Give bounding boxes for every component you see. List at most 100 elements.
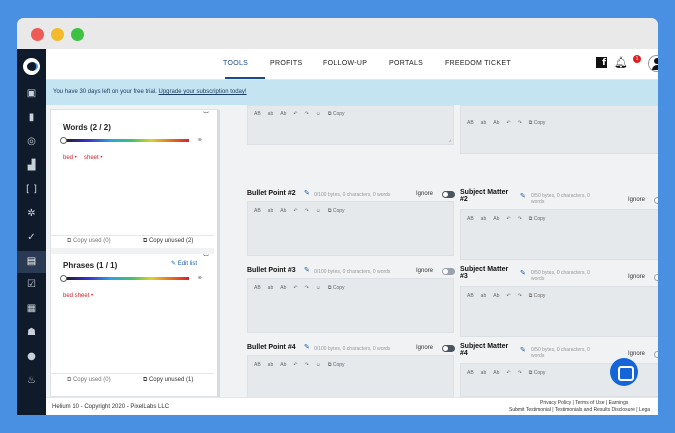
- phrases-copy-unused-button[interactable]: ⧉ Copy unused (1): [143, 377, 193, 384]
- ignore-toggle[interactable]: [654, 274, 658, 281]
- phrases-slider-handle[interactable]: [60, 275, 67, 282]
- link-icon[interactable]: ⚭: [197, 274, 203, 282]
- copy-button[interactable]: ⧉ Copy: [529, 216, 553, 222]
- uppercase-button[interactable]: AB: [467, 293, 474, 299]
- ignore-toggle[interactable]: [654, 197, 658, 204]
- titlecase-button[interactable]: Ab: [493, 120, 499, 126]
- keyword-bed[interactable]: bed •: [63, 155, 77, 161]
- uppercase-button[interactable]: AB: [254, 362, 261, 368]
- brackets-icon[interactable]: [ ]: [25, 183, 38, 196]
- emoji-icon[interactable]: ☺: [316, 362, 321, 368]
- chat-support-button[interactable]: [610, 358, 638, 386]
- helium10-logo-icon[interactable]: [23, 58, 40, 75]
- tab-follow-up[interactable]: FOLLOW-UP: [323, 60, 367, 67]
- genie-lamp-icon[interactable]: ♨: [25, 374, 38, 387]
- upgrade-link[interactable]: Upgrade your subscription today!: [159, 89, 247, 95]
- undo-icon[interactable]: ↶: [506, 370, 510, 376]
- listing-builder-icon[interactable]: ▤: [17, 251, 46, 273]
- undo-icon[interactable]: ↶: [293, 111, 297, 117]
- redo-icon[interactable]: ↷: [518, 216, 522, 222]
- copy-button[interactable]: ⧉ Copy: [529, 120, 553, 126]
- subject-matter-3-editor[interactable]: AB ab Ab ↶ ↷ ⧉ Copy: [460, 286, 658, 337]
- titlecase-button[interactable]: Ab: [280, 208, 286, 214]
- maximize-window-button[interactable]: [71, 28, 84, 41]
- analytics-icon[interactable]: ▮: [25, 111, 38, 124]
- tab-tools[interactable]: TOOLS: [223, 60, 248, 67]
- lowercase-button[interactable]: ab: [481, 370, 487, 376]
- collapse-icon[interactable]: ︶: [203, 253, 209, 262]
- redo-icon[interactable]: ↷: [518, 120, 522, 126]
- copy-button[interactable]: ⧉ Copy: [529, 293, 553, 299]
- tab-freedom-ticket[interactable]: FREEDOM TICKET: [445, 60, 511, 67]
- titlecase-button[interactable]: Ab: [280, 362, 286, 368]
- undo-icon[interactable]: ↶: [506, 216, 510, 222]
- redo-icon[interactable]: ↷: [305, 362, 309, 368]
- redo-icon[interactable]: ↷: [518, 370, 522, 376]
- check-circle-icon[interactable]: ✓: [25, 231, 38, 244]
- words-slider-track[interactable]: [63, 139, 189, 142]
- undo-icon[interactable]: ↶: [506, 120, 510, 126]
- bell-icon[interactable]: 🔔︎: [614, 56, 628, 69]
- tab-profits[interactable]: PROFITS: [270, 60, 302, 67]
- edit-icon[interactable]: ✎: [520, 269, 526, 277]
- copy-button[interactable]: ⧉ Copy: [328, 285, 352, 291]
- subject-matter-2-editor[interactable]: AB ab Ab ↶ ↷ ⧉ Copy: [460, 209, 658, 260]
- undo-icon[interactable]: ↶: [506, 293, 510, 299]
- redo-icon[interactable]: ↷: [305, 285, 309, 291]
- keyword-sheet[interactable]: sheet •: [84, 155, 102, 161]
- phrases-copy-used-button[interactable]: ⧉ Copy used (0): [67, 377, 111, 384]
- bar-chart-icon[interactable]: ▟: [25, 159, 38, 172]
- edit-icon[interactable]: ✎: [520, 346, 526, 354]
- uppercase-button[interactable]: AB: [467, 370, 474, 376]
- redo-icon[interactable]: ↷: [305, 208, 309, 214]
- emoji-icon[interactable]: ☺: [316, 285, 321, 291]
- uppercase-button[interactable]: AB: [254, 208, 261, 214]
- edit-icon[interactable]: ✎: [520, 192, 526, 200]
- emoji-icon[interactable]: ☺: [316, 111, 321, 117]
- titlecase-button[interactable]: Ab: [280, 111, 286, 117]
- lowercase-button[interactable]: ab: [481, 293, 487, 299]
- ignore-toggle[interactable]: [654, 351, 658, 358]
- close-window-button[interactable]: [31, 28, 44, 41]
- resize-handle-icon[interactable]: ⌟: [449, 137, 451, 143]
- lowercase-button[interactable]: ab: [268, 362, 274, 368]
- undo-icon[interactable]: ↶: [293, 362, 297, 368]
- checkbox-icon[interactable]: ☑: [25, 278, 38, 291]
- emoji-icon[interactable]: ☺: [316, 208, 321, 214]
- edit-icon[interactable]: ✎: [304, 189, 310, 197]
- footer-links-top[interactable]: Privacy Policy | Terms of Use | Earnings: [540, 400, 628, 406]
- facebook-icon[interactable]: f: [596, 57, 607, 68]
- tab-portals[interactable]: PORTALS: [389, 60, 423, 67]
- edit-list-button[interactable]: ✎ Edit list: [171, 260, 197, 267]
- lowercase-button[interactable]: ab: [481, 216, 487, 222]
- bullet-point-3-editor[interactable]: AB ab Ab ↶ ↷ ☺ ⧉ Copy: [247, 278, 454, 333]
- lowercase-button[interactable]: ab: [268, 285, 274, 291]
- titlecase-button[interactable]: Ab: [493, 293, 499, 299]
- copy-button[interactable]: ⧉ Copy: [328, 111, 352, 117]
- words-slider-handle[interactable]: [60, 137, 67, 144]
- profits-icon[interactable]: ●: [25, 350, 38, 363]
- undo-icon[interactable]: ↶: [293, 285, 297, 291]
- bullet-point-1-editor[interactable]: AB ab Ab ↶ ↷ ☺ ⧉ Copy ⌟: [247, 105, 454, 145]
- ignore-toggle[interactable]: [442, 345, 455, 352]
- titlecase-button[interactable]: Ab: [493, 216, 499, 222]
- subject-matter-1-editor[interactable]: ABabAb↶↷⧉ Copy ⌟: [460, 105, 658, 154]
- lowercase-button[interactable]: ab: [268, 111, 274, 117]
- dashboard-icon[interactable]: ▣: [25, 87, 38, 100]
- copy-button[interactable]: ⧉ Copy: [529, 370, 553, 376]
- edit-icon[interactable]: ✎: [304, 266, 310, 274]
- collapse-icon[interactable]: ︶: [203, 110, 209, 119]
- uppercase-button[interactable]: AB: [467, 120, 474, 126]
- redo-icon[interactable]: ↷: [518, 293, 522, 299]
- gear-icon[interactable]: ✲: [25, 207, 38, 220]
- ignore-toggle[interactable]: [442, 268, 455, 275]
- uppercase-button[interactable]: AB: [467, 216, 474, 222]
- ignore-toggle[interactable]: [442, 191, 455, 198]
- undo-icon[interactable]: ↶: [293, 208, 297, 214]
- titlecase-button[interactable]: Ab: [280, 285, 286, 291]
- words-copy-used-button[interactable]: ⧉ Copy used (0): [67, 238, 111, 245]
- uppercase-button[interactable]: AB: [254, 111, 261, 117]
- copy-button[interactable]: ⧉ Copy: [328, 362, 352, 368]
- words-copy-unused-button[interactable]: ⧉ Copy unused (2): [143, 238, 193, 245]
- uppercase-button[interactable]: AB: [254, 285, 261, 291]
